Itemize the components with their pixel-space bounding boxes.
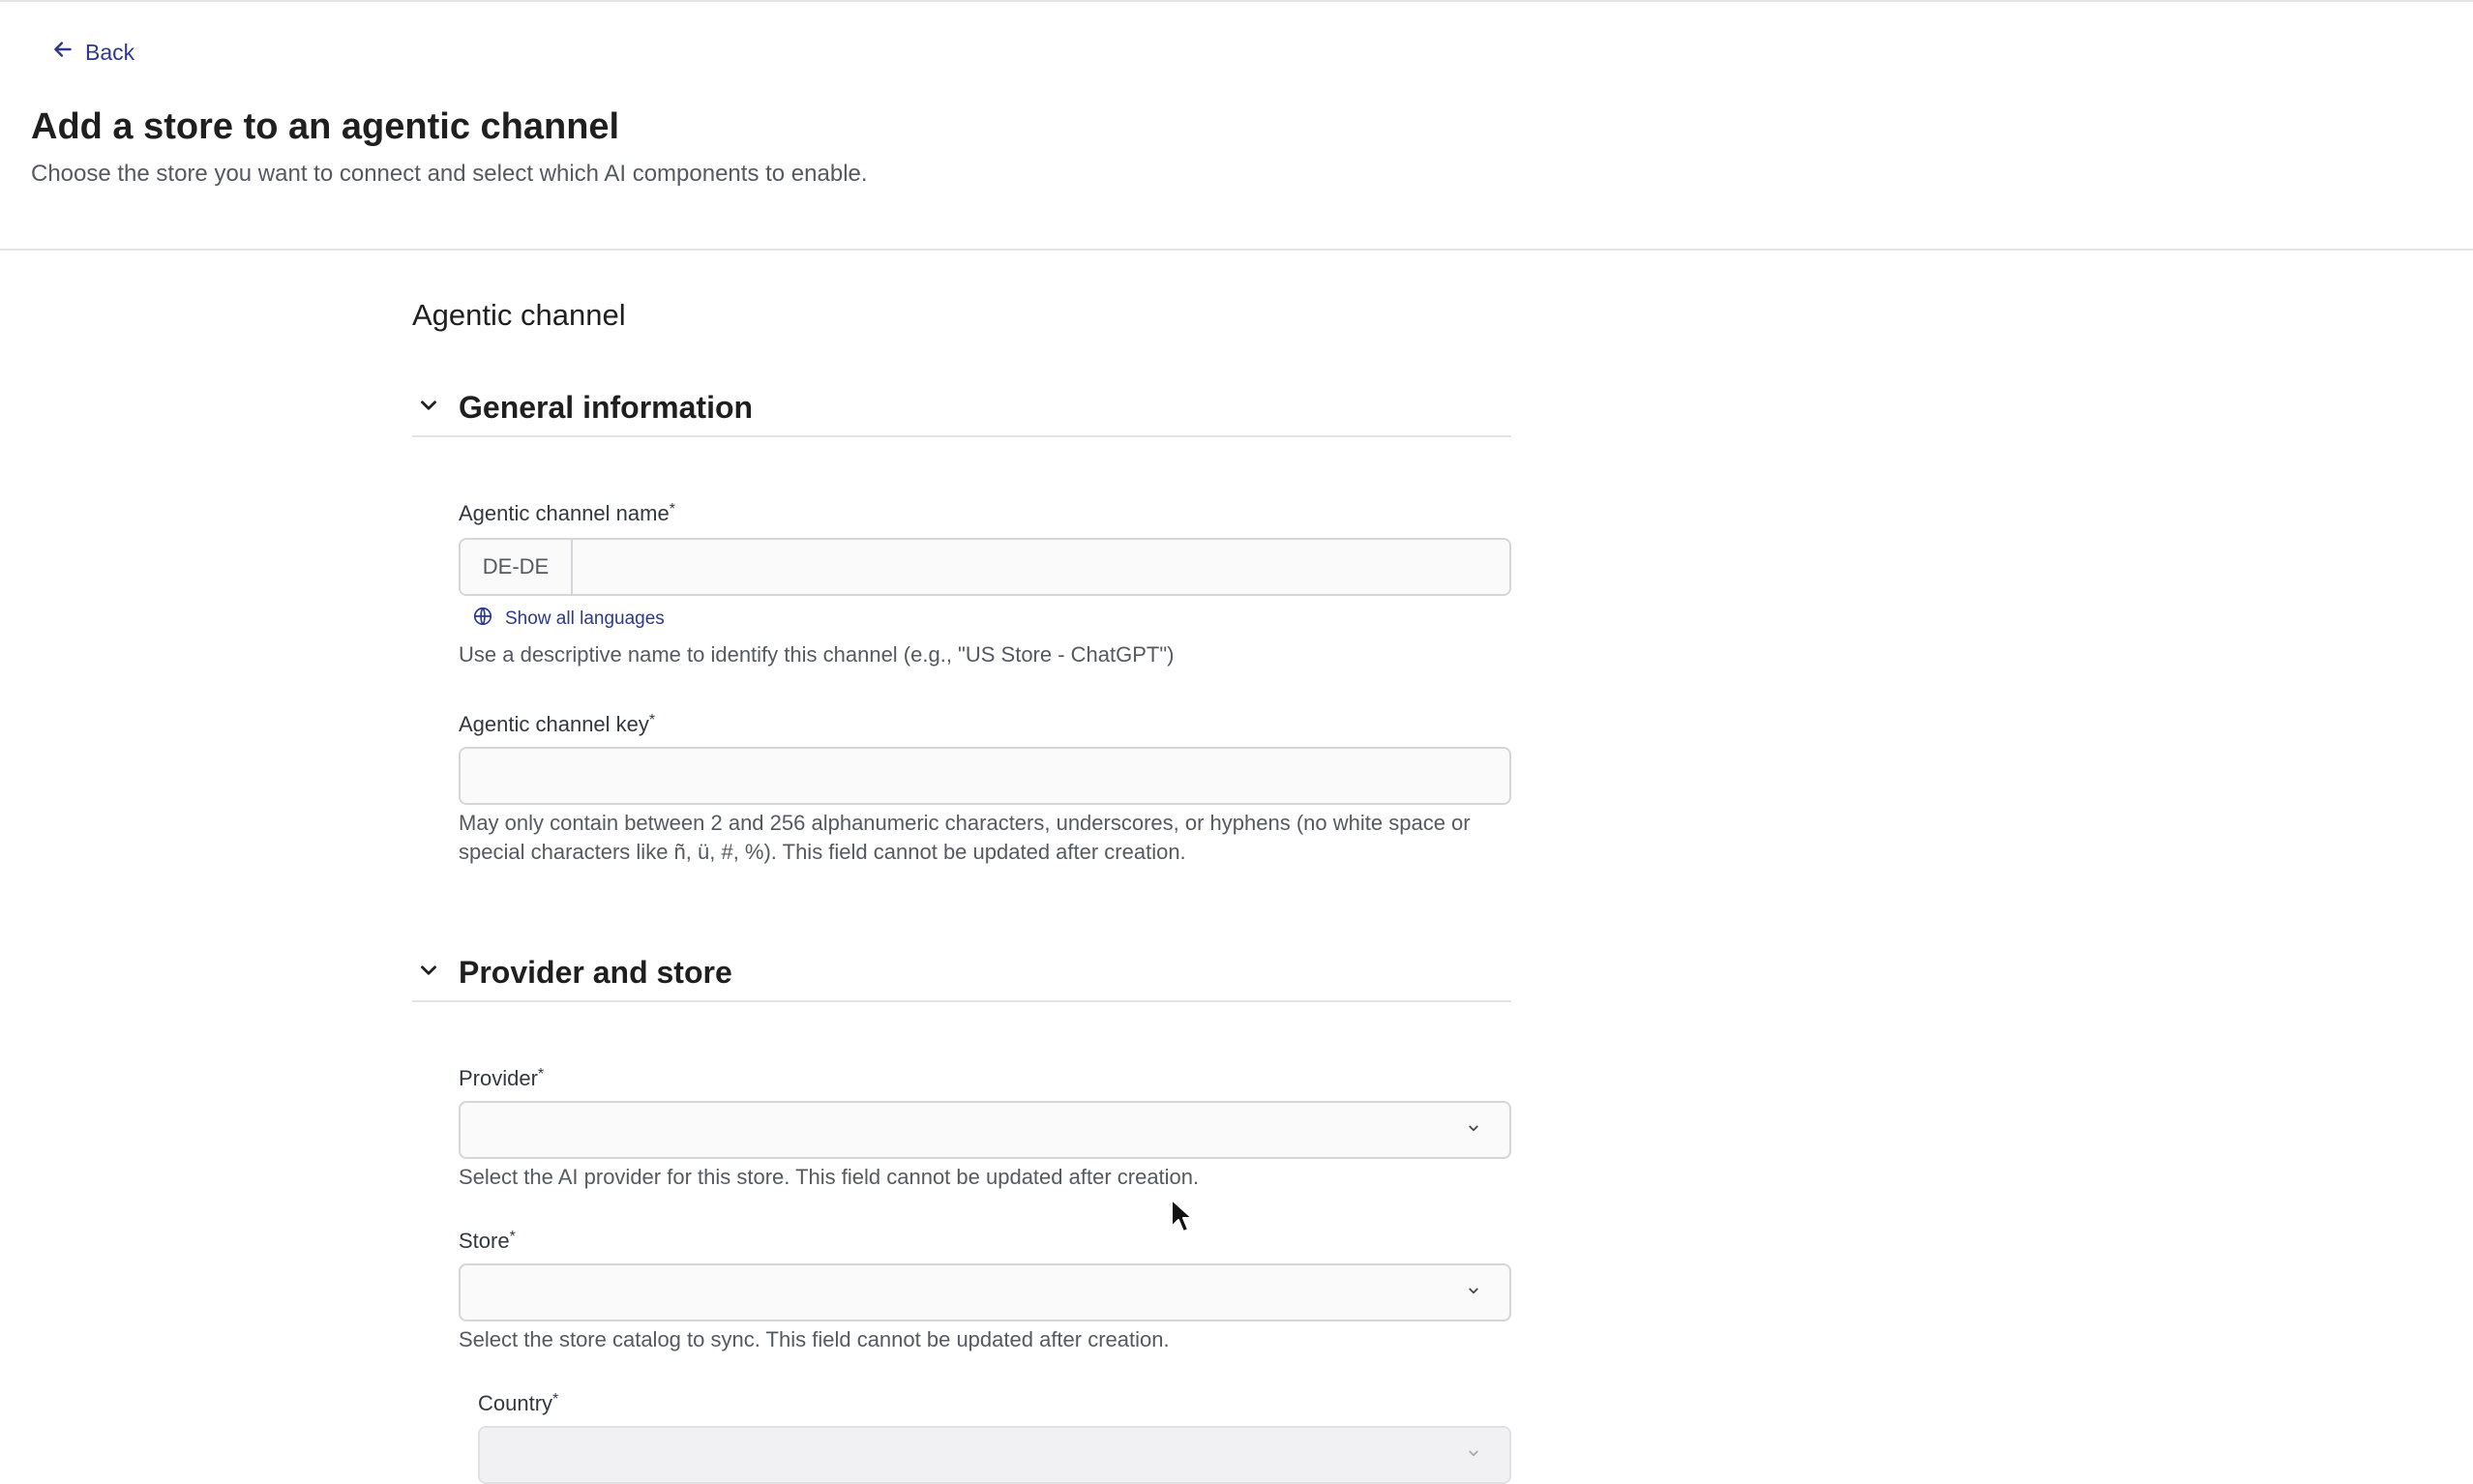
channel-key-label: Agentic channel key*: [459, 712, 656, 736]
section-title: General information: [459, 389, 754, 425]
show-all-languages-label: Show all languages: [505, 608, 665, 629]
chevron-down-icon: [1465, 1444, 1482, 1467]
channel-key-input[interactable]: [459, 747, 1511, 805]
arrow-left-icon: [50, 37, 75, 68]
channel-name-help: Use a descriptive name to identify this …: [459, 642, 1175, 667]
language-prefix: DE-DE: [461, 540, 573, 594]
country-select[interactable]: [478, 1426, 1511, 1484]
chevron-down-icon: [412, 958, 441, 988]
country-label: Country*: [478, 1391, 559, 1415]
page-title: Add a store to an agentic channel: [31, 106, 620, 147]
chevron-down-icon: [1465, 1119, 1482, 1142]
chevron-down-icon: [412, 393, 441, 423]
provider-help: Select the AI provider for this store. T…: [459, 1165, 1200, 1189]
back-label: Back: [85, 39, 135, 65]
provider-label: Provider*: [459, 1066, 545, 1090]
form-title: Agentic channel: [412, 298, 626, 332]
channel-name-label: Agentic channel name*: [459, 501, 675, 525]
channel-name-field: DE-DE: [459, 538, 1511, 596]
channel-name-input[interactable]: [573, 540, 1509, 594]
page-header: Back Add a store to an agentic channel C…: [0, 0, 2473, 251]
section-general-information-toggle[interactable]: General information: [412, 379, 1511, 437]
back-button[interactable]: Back: [50, 37, 134, 68]
channel-key-help: May only contain between 2 and 256 alpha…: [459, 811, 1471, 864]
show-all-languages-link[interactable]: Show all languages: [472, 606, 665, 633]
mouse-pointer-icon: [1169, 1198, 1194, 1236]
section-provider-and-store-toggle[interactable]: Provider and store: [412, 944, 1511, 1002]
globe-icon: [472, 606, 493, 633]
store-help: Select the store catalog to sync. This f…: [459, 1327, 1170, 1351]
store-label: Store*: [459, 1229, 516, 1253]
store-select[interactable]: [459, 1263, 1511, 1321]
provider-select[interactable]: [459, 1101, 1511, 1159]
section-title: Provider and store: [459, 954, 732, 990]
page-subtitle: Choose the store you want to connect and…: [31, 161, 868, 187]
chevron-down-icon: [1465, 1282, 1482, 1304]
